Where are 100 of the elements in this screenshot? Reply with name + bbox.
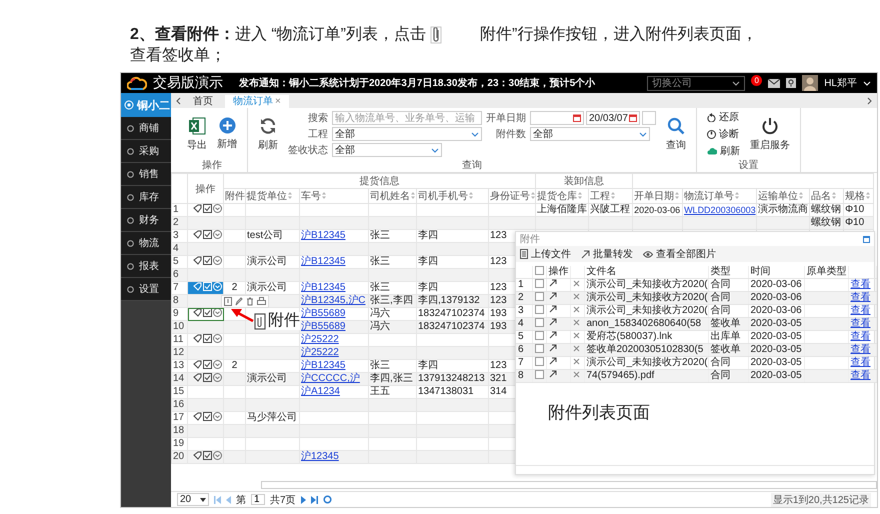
date-field[interactable]	[530, 111, 584, 125]
search-button[interactable]: 查询	[666, 116, 686, 152]
check-square-icon[interactable]	[203, 373, 212, 382]
trash-icon[interactable]	[246, 297, 254, 306]
view-link[interactable]: 查看	[850, 331, 870, 342]
arrow-icon[interactable]	[548, 331, 556, 339]
view-link[interactable]: 查看	[850, 357, 870, 368]
chevron-circle-icon[interactable]	[213, 360, 222, 369]
arrow-icon[interactable]	[548, 357, 556, 365]
column-header[interactable]: 提货仓库	[536, 188, 589, 204]
sidebar-header[interactable]: 铜小二	[121, 93, 171, 117]
tag-icon[interactable]	[193, 412, 202, 421]
paperclip-icon[interactable]	[224, 297, 232, 306]
input-field[interactable]	[642, 111, 656, 125]
sidebar-item[interactable]: 报表	[121, 255, 171, 278]
printer-icon[interactable]	[257, 297, 266, 306]
dialog-toolbar-button[interactable]: 上传文件	[520, 247, 571, 261]
restart-button[interactable]: 重启服务	[750, 116, 790, 152]
arrow-icon[interactable]	[548, 370, 556, 378]
check-square-icon[interactable]	[203, 412, 212, 421]
view-link[interactable]: 查看	[850, 279, 870, 290]
check-square-icon[interactable]	[203, 204, 212, 213]
select-field[interactable]: 全部	[332, 127, 482, 141]
toolbar-button[interactable]: 新增	[217, 117, 237, 151]
sidebar-item[interactable]: 销售	[121, 163, 171, 186]
maximize-icon[interactable]	[863, 236, 870, 242]
checkbox[interactable]	[534, 357, 544, 366]
column-header[interactable]: 提货单位	[246, 188, 300, 204]
toolbar-button[interactable]: 刷新	[258, 116, 278, 152]
arrow-icon[interactable]	[548, 318, 556, 326]
column-header[interactable]: 运输单位	[756, 188, 810, 204]
check-square-icon[interactable]	[203, 308, 212, 317]
checkbox[interactable]	[534, 370, 544, 379]
column-header[interactable]: 司机手机号	[416, 188, 488, 204]
checkbox[interactable]	[534, 266, 544, 275]
chevron-circle-icon[interactable]	[213, 334, 222, 343]
column-header[interactable]: 规格	[844, 188, 874, 204]
settings-link[interactable]: 诊断	[707, 127, 740, 141]
page-input[interactable]: 1	[251, 494, 265, 505]
close-icon[interactable]	[572, 319, 580, 326]
column-header[interactable]: 司机姓名	[368, 188, 416, 204]
tab[interactable]: 首页	[185, 95, 221, 108]
check-square-icon[interactable]	[203, 360, 212, 369]
checkbox[interactable]	[534, 292, 544, 301]
horizontal-scrollbar[interactable]	[261, 481, 877, 489]
tag-icon[interactable]	[193, 230, 202, 239]
column-header[interactable]: 身份证号	[488, 188, 536, 204]
sidebar-item[interactable]: 库存	[121, 186, 171, 209]
select-field[interactable]: 全部	[530, 127, 650, 141]
checkbox[interactable]	[534, 318, 544, 327]
column-header[interactable]: 开单日期	[632, 188, 683, 204]
close-icon[interactable]	[572, 293, 580, 300]
sidebar-item[interactable]: 物流	[121, 232, 171, 255]
sidebar-item[interactable]: 财务	[121, 209, 171, 232]
column-header[interactable]: 品名	[810, 188, 844, 204]
notification-badge[interactable]: 0	[751, 74, 762, 86]
dialog-toolbar-button[interactable]: 查看全部图片	[643, 247, 716, 261]
arrow-icon[interactable]	[548, 279, 556, 287]
page-size-select[interactable]: 20	[177, 493, 209, 506]
table-link[interactable]: WLDD200306003	[684, 205, 756, 215]
search-field[interactable]: 输入物流单号、业务单号、运输	[332, 111, 482, 125]
column-header[interactable]: 物流订单号	[682, 188, 757, 204]
user-name[interactable]: HL郑平	[824, 76, 857, 90]
tag-icon[interactable]	[193, 204, 202, 213]
tag-icon[interactable]	[193, 451, 202, 460]
select-field[interactable]: 全部	[332, 143, 442, 157]
chevron-circle-icon[interactable]	[213, 230, 222, 239]
checkbox[interactable]	[534, 279, 544, 288]
chevron-circle-icon[interactable]	[213, 451, 222, 460]
help-icon[interactable]	[786, 78, 796, 88]
chevron-left-icon[interactable]	[175, 96, 181, 104]
checkbox[interactable]	[534, 305, 544, 314]
mail-icon[interactable]	[768, 78, 780, 88]
refresh-icon[interactable]	[322, 495, 332, 504]
arrow-icon[interactable]	[548, 305, 556, 313]
chevron-circle-icon[interactable]	[213, 373, 222, 382]
close-icon[interactable]	[572, 345, 580, 352]
check-square-icon[interactable]	[203, 230, 212, 239]
tab[interactable]: 物流订单 ×	[225, 95, 289, 108]
dialog-toolbar-button[interactable]: 批量转发	[581, 247, 633, 261]
view-link[interactable]: 查看	[850, 305, 870, 316]
checkbox[interactable]	[534, 344, 544, 353]
caret-icon[interactable]	[863, 80, 871, 86]
check-square-icon[interactable]	[203, 256, 212, 265]
close-icon[interactable]	[572, 280, 580, 287]
avatar[interactable]	[802, 75, 818, 91]
checkbox[interactable]	[534, 331, 544, 340]
close-icon[interactable]	[572, 371, 580, 378]
chevron-circle-icon[interactable]	[213, 256, 222, 265]
chevron-right-icon[interactable]	[867, 96, 873, 104]
sidebar-item[interactable]: 商铺	[121, 117, 171, 140]
settings-link[interactable]: 刷新	[707, 144, 740, 158]
chevron-circle-icon[interactable]	[213, 308, 222, 317]
arrow-icon[interactable]	[548, 292, 556, 300]
close-icon[interactable]	[572, 358, 580, 365]
arrow-icon[interactable]	[548, 344, 556, 352]
sidebar-item[interactable]: 采购	[121, 140, 171, 163]
column-header[interactable]: 工程	[588, 188, 633, 204]
date-field[interactable]: 20/03/07	[586, 111, 640, 125]
pencil-icon[interactable]	[235, 297, 243, 306]
